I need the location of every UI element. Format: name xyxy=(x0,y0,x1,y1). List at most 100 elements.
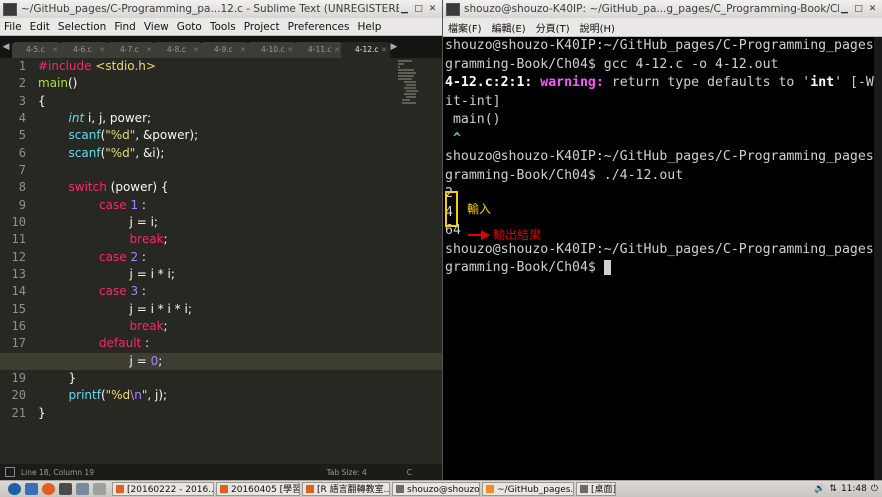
code-token: ; xyxy=(163,318,168,333)
code-token: { xyxy=(38,93,46,108)
taskbar: [20160222 - 2016... 20160405 [學習... [R 語… xyxy=(0,480,882,497)
tab-scroll-left-icon[interactable]: ◀ xyxy=(0,36,12,58)
line-number: 15 xyxy=(11,301,26,316)
taskbar-task[interactable]: [20160222 - 2016... xyxy=(112,482,214,496)
terminal-titlebar[interactable]: shouzo@shouzo-K40IP: ~/GitHub_pa...g_pag… xyxy=(443,0,882,19)
maximize-icon[interactable]: □ xyxy=(413,4,424,15)
code-token: , j); xyxy=(147,388,168,403)
maximize-icon[interactable]: □ xyxy=(853,4,864,15)
terminal-line: 4-12.c:2:1: warning: return type default… xyxy=(445,74,882,93)
taskbar-task[interactable]: [桌面] xyxy=(576,482,616,496)
tab-4-9[interactable]: 4-9.c ✕ xyxy=(200,42,249,58)
tab-label: 4-11.c xyxy=(308,45,332,54)
minimap-line xyxy=(398,78,412,80)
code-line: scanf("%d", &power); xyxy=(38,127,396,144)
menu-project[interactable]: Project xyxy=(240,21,284,33)
tab-4-10[interactable]: 4-10.c ✕ xyxy=(247,42,296,58)
tab-4-7[interactable]: 4-7.c ✕ xyxy=(106,42,155,58)
desktop-icon[interactable] xyxy=(76,483,89,495)
code-token: j = i * i; xyxy=(38,266,175,281)
menu-file[interactable]: File xyxy=(0,21,26,33)
menu-goto[interactable]: Goto xyxy=(173,21,206,33)
tab-close-icon[interactable]: ✕ xyxy=(146,42,152,58)
input-annotation: 輸入 xyxy=(467,202,492,216)
warning-keyword: int xyxy=(810,75,835,90)
power-icon[interactable]: ⏻ xyxy=(871,484,878,494)
menu-preferences[interactable]: Preferences xyxy=(284,21,354,33)
tab-4-5[interactable]: 4-5.c ✕ xyxy=(12,42,61,58)
file-manager-icon[interactable] xyxy=(25,483,38,495)
menu-find[interactable]: Find xyxy=(110,21,140,33)
code-token: 2 xyxy=(126,249,139,264)
line-number: 19 xyxy=(11,370,26,385)
terminal-output[interactable]: shouzo@shouzo-K40IP:~/GitHub_pages/C-Pro… xyxy=(445,37,882,480)
tab-close-icon[interactable]: ✕ xyxy=(52,42,58,58)
tab-label: 4-8.c xyxy=(167,45,186,54)
code-editor[interactable]: 1 2 3 4 5 6 7 8 9 10 11 12 13 14 15 16 17 18 19 20 21 #inclu… xyxy=(0,58,442,464)
menu-tools[interactable]: Tools xyxy=(206,21,240,33)
close-icon[interactable]: ✕ xyxy=(867,4,878,15)
code-line: case 3 : xyxy=(38,283,396,300)
cursor-position: Line 18, Column 19 xyxy=(21,467,94,477)
tab-close-icon[interactable]: ✕ xyxy=(99,42,105,58)
line-number: 3 xyxy=(18,93,26,108)
syntax-mode[interactable]: C xyxy=(407,468,412,477)
terminal-window-title: shouzo@shouzo-K40IP: ~/GitHub_pa...g_pag… xyxy=(464,3,839,15)
close-icon[interactable]: ✕ xyxy=(427,4,438,15)
minimap-line xyxy=(404,93,416,95)
minimap[interactable] xyxy=(398,60,422,120)
tab-close-icon[interactable]: ✕ xyxy=(381,42,387,58)
minimize-icon[interactable]: ▁ xyxy=(399,4,410,15)
taskbar-task[interactable]: [R 語言翻轉教室... xyxy=(302,482,390,496)
terminal-launcher-icon[interactable] xyxy=(59,483,72,495)
menu-help[interactable]: 說明(H) xyxy=(575,20,620,35)
firefox-icon[interactable] xyxy=(42,483,55,495)
menu-edit[interactable]: Edit xyxy=(26,21,54,33)
menu-selection[interactable]: Selection xyxy=(54,21,110,33)
taskbar-task[interactable]: 20160405 [學習... xyxy=(216,482,300,496)
minimap-line xyxy=(398,72,416,74)
line-number: 11 xyxy=(11,232,26,247)
minimap-line xyxy=(404,87,416,89)
line-number: 10 xyxy=(11,214,26,229)
menu-edit[interactable]: 編輯(E) xyxy=(487,20,531,35)
code-line: default : xyxy=(38,335,396,352)
warning-message: return type defaults to ' xyxy=(603,75,811,90)
menu-help[interactable]: Help xyxy=(353,21,385,33)
tab-close-icon[interactable]: ✕ xyxy=(240,42,246,58)
code-token: , &power); xyxy=(135,128,199,143)
clock[interactable]: 11:48 xyxy=(841,484,867,494)
tab-label: 4-12.c xyxy=(355,45,379,54)
line-number: 4 xyxy=(18,110,26,125)
tab-4-8[interactable]: 4-8.c ✕ xyxy=(153,42,202,58)
taskbar-task[interactable]: shouzo@shouzo... xyxy=(392,482,480,496)
sublime-menubar: File Edit Selection Find View Goto Tools… xyxy=(0,18,442,36)
terminal-caret-line: ^ xyxy=(445,130,461,146)
start-menu-icon[interactable] xyxy=(8,483,21,495)
code-token: i, j, power; xyxy=(84,110,152,125)
menu-view[interactable]: View xyxy=(140,21,173,33)
tab-size[interactable]: Tab Size: 4 xyxy=(327,468,367,477)
code-token: () xyxy=(67,76,78,91)
tab-close-icon[interactable]: ✕ xyxy=(334,42,340,58)
code-token: , &i); xyxy=(135,145,165,160)
tab-4-11[interactable]: 4-11.c ✕ xyxy=(294,42,343,58)
code-token: : xyxy=(138,284,146,299)
network-icon[interactable]: ⇅ xyxy=(829,484,837,494)
tab-4-12-active[interactable]: 4-12.c ✕ xyxy=(341,42,390,58)
sublime-titlebar[interactable]: ~/GitHub_pages/C-Programming_pa...12.c -… xyxy=(0,0,442,19)
tab-4-6[interactable]: 4-6.c ✕ xyxy=(59,42,108,58)
code-token: : xyxy=(138,249,146,264)
volume-icon[interactable]: 🔊 xyxy=(814,484,825,494)
taskbar-task[interactable]: ~/GitHub_pages... xyxy=(482,482,574,496)
minimize-icon[interactable]: ▁ xyxy=(839,4,850,15)
menu-tabs[interactable]: 分頁(T) xyxy=(531,20,575,35)
tab-close-icon[interactable]: ✕ xyxy=(287,42,293,58)
code-area[interactable]: #include <stdio.h> main() { int i, j, po… xyxy=(0,58,442,422)
terminal-scrollbar[interactable] xyxy=(874,37,882,480)
minimap-line xyxy=(398,66,400,68)
launcher-icon[interactable] xyxy=(93,483,106,495)
panel-toggle-icon[interactable] xyxy=(5,467,15,477)
tab-close-icon[interactable]: ✕ xyxy=(193,42,199,58)
menu-file[interactable]: 檔案(F) xyxy=(443,20,487,35)
